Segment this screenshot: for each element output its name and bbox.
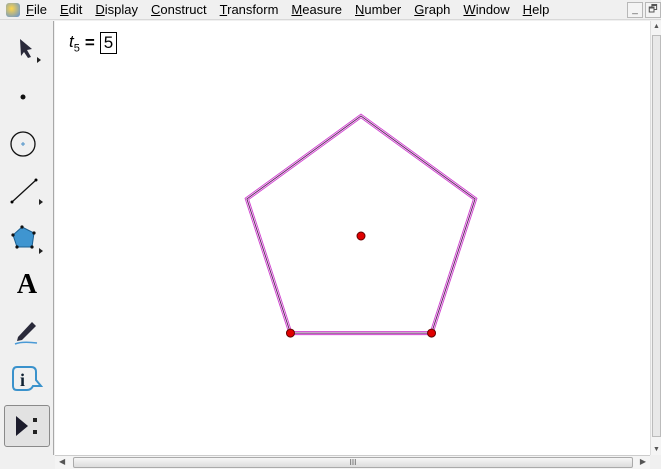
menu-transform[interactable]: Transform bbox=[220, 2, 279, 17]
vertex-point[interactable] bbox=[285, 328, 295, 338]
point-tool[interactable] bbox=[4, 76, 50, 118]
compass-tool[interactable] bbox=[4, 123, 50, 165]
menu-help[interactable]: Help bbox=[523, 2, 550, 17]
menu-window[interactable]: Window bbox=[463, 2, 509, 17]
polygon-icon bbox=[11, 225, 43, 254]
parameter-value[interactable]: 5 bbox=[99, 32, 118, 55]
menu-graph[interactable]: Graph bbox=[414, 2, 450, 17]
menu-number[interactable]: Number bbox=[355, 2, 401, 17]
arrow-icon bbox=[20, 39, 41, 63]
custom-tools-icon bbox=[16, 416, 37, 436]
sketch-canvas[interactable] bbox=[55, 21, 650, 455]
info-icon: i bbox=[12, 366, 44, 391]
menu-edit[interactable]: Edit bbox=[60, 2, 82, 17]
vertical-scrollbar[interactable]: ▲ ▼ bbox=[650, 21, 661, 455]
menu-construct[interactable]: Construct bbox=[151, 2, 207, 17]
app-icon[interactable] bbox=[6, 2, 20, 17]
pentagon-edge[interactable] bbox=[244, 113, 478, 336]
marker-icon bbox=[14, 322, 38, 345]
restore-button[interactable]: 🗗 bbox=[645, 2, 661, 18]
information-tool[interactable]: i bbox=[4, 358, 50, 400]
center-point[interactable] bbox=[356, 231, 366, 241]
polygon-tool[interactable] bbox=[4, 217, 50, 259]
scroll-right-icon[interactable]: ▶ bbox=[640, 457, 646, 466]
minimize-button[interactable]: _ bbox=[627, 2, 643, 18]
pentagon-drawing bbox=[244, 113, 478, 338]
parameter-t5[interactable]: t5 = 5 bbox=[69, 32, 118, 55]
scroll-down-icon[interactable]: ▼ bbox=[653, 446, 660, 453]
scroll-left-icon[interactable]: ◀ bbox=[59, 457, 65, 466]
line-segment-icon bbox=[10, 178, 43, 205]
equals-sign: = bbox=[84, 33, 95, 53]
horizontal-scroll-thumb[interactable]: III bbox=[73, 457, 633, 468]
custom-tools-button[interactable] bbox=[4, 405, 50, 447]
point-icon bbox=[20, 94, 26, 100]
scroll-up-icon[interactable]: ▲ bbox=[653, 23, 660, 30]
vertex-point[interactable] bbox=[427, 328, 437, 338]
toolbox: A i bbox=[0, 21, 54, 455]
marker-tool[interactable] bbox=[4, 311, 50, 353]
svg-text:i: i bbox=[20, 370, 25, 390]
menu-display[interactable]: Display bbox=[95, 2, 138, 17]
menu-bar: File Edit Display Construct Transform Me… bbox=[0, 0, 661, 20]
arrow-select-tool[interactable] bbox=[4, 29, 50, 71]
menu-measure[interactable]: Measure bbox=[291, 2, 342, 17]
straightedge-tool[interactable] bbox=[4, 170, 50, 212]
menu-file[interactable]: File bbox=[26, 2, 47, 17]
vertical-scroll-thumb[interactable] bbox=[652, 35, 661, 437]
parameter-name: t5 bbox=[69, 32, 80, 55]
compass-icon bbox=[10, 131, 36, 157]
text-tool[interactable]: A bbox=[4, 264, 50, 306]
horizontal-scrollbar[interactable]: ◀ III ▶ bbox=[55, 455, 650, 469]
